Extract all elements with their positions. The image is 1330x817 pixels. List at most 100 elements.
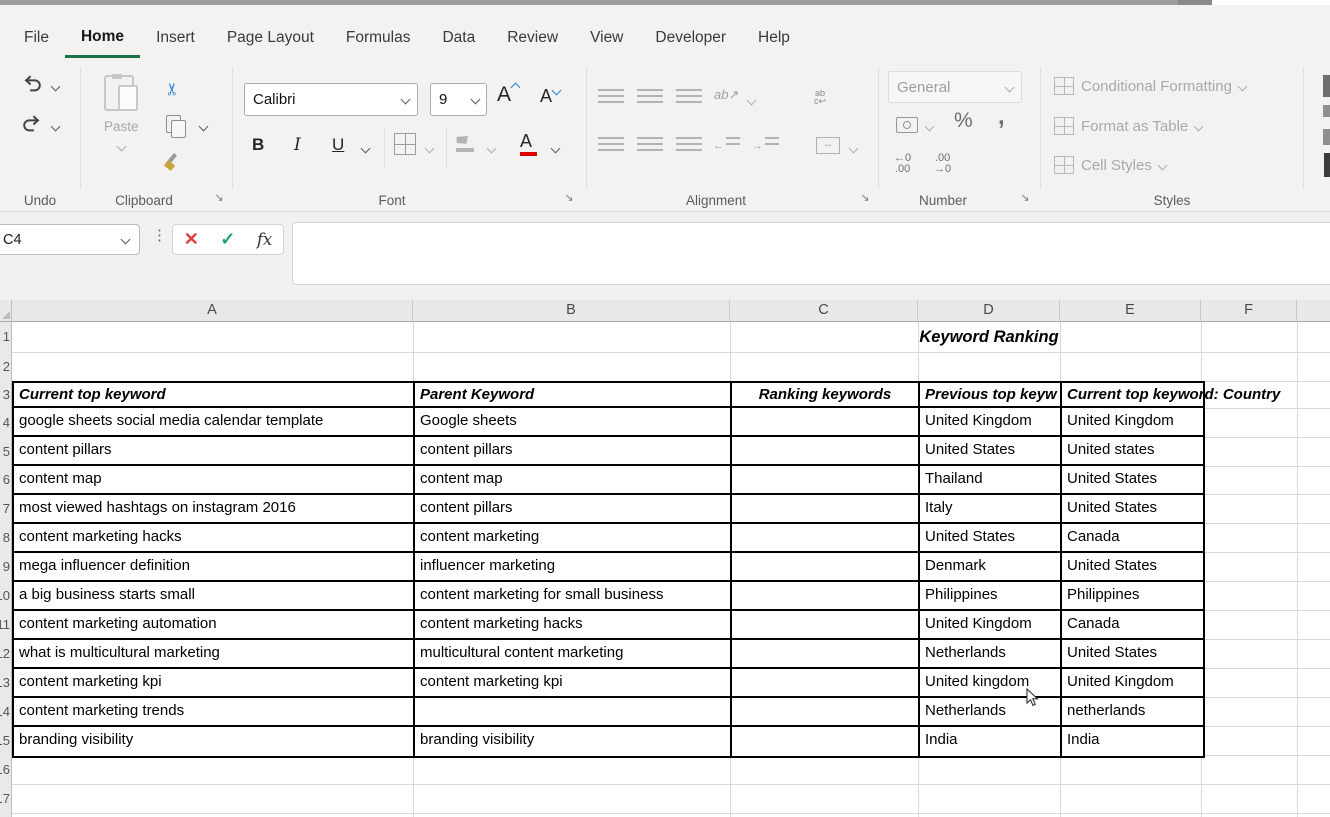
row-header-2[interactable]: 2 [0,352,12,381]
underline-dropdown[interactable] [361,144,371,154]
borders-button[interactable] [394,133,416,155]
font-size-combo[interactable]: 9 [430,83,487,116]
cell-B6[interactable]: content map [415,466,732,495]
column-header-D[interactable]: D [918,300,1060,322]
cell-D15[interactable]: India [920,727,1062,756]
cell-D5[interactable]: United States [920,437,1062,466]
cell-E9[interactable]: United States [1062,553,1203,582]
cell-E7[interactable]: United States [1062,495,1203,524]
row-header-14[interactable]: 14 [0,697,12,726]
cell-A15[interactable]: branding visibility [14,727,415,756]
column-header-partial[interactable] [1297,300,1330,322]
cell-C8[interactable] [732,524,920,553]
increase-indent-button[interactable]: → [752,137,779,152]
cell-A5[interactable]: content pillars [14,437,415,466]
cell-E14[interactable]: netherlands [1062,698,1203,727]
header-cell-b[interactable]: Parent Keyword [415,383,732,408]
undo-dropdown[interactable] [51,82,61,92]
fill-color-button[interactable] [456,135,474,152]
orientation-button[interactable]: ab↗ [714,87,739,103]
format-as-table-button[interactable]: Format as Table [1054,117,1202,135]
menu-tab-home[interactable]: Home [65,19,140,58]
font-color-button[interactable]: A [520,131,532,152]
percent-style-button[interactable]: % [954,109,973,133]
cell-E12[interactable]: United States [1062,640,1203,669]
format-painter-button[interactable] [170,153,174,169]
menu-tab-insert[interactable]: Insert [140,20,211,56]
cut-button[interactable]: ✂ [166,79,180,99]
menu-tab-view[interactable]: View [574,20,639,56]
header-cell-d[interactable]: Previous top keyw [920,383,1062,408]
cell-D8[interactable]: United States [920,524,1062,553]
cell-C6[interactable] [732,466,920,495]
cell-A10[interactable]: a big business starts small [14,582,415,611]
cell-C14[interactable] [732,698,920,727]
increase-decimal-button[interactable]: ←0 .00 [894,153,911,175]
cell-D10[interactable]: Philippines [920,582,1062,611]
cell-B10[interactable]: content marketing for small business [415,582,732,611]
cell-styles-button[interactable]: Cell Styles [1054,156,1166,174]
clipboard-dialog-launcher[interactable]: ↘ [212,191,226,205]
italic-button[interactable]: I [294,135,301,155]
name-box[interactable]: C4 [0,224,140,255]
cell-B9[interactable]: influencer marketing [415,553,732,582]
redo-dropdown[interactable] [51,122,61,132]
align-top-button[interactable] [598,89,624,103]
align-bottom-button[interactable] [676,89,702,103]
select-all-corner[interactable] [0,300,12,322]
shrink-font-button[interactable]: A [540,86,560,107]
cell-B4[interactable]: Google sheets [415,408,732,437]
menu-tab-review[interactable]: Review [491,20,574,56]
wrap-text-button[interactable]: ab c↩ [814,89,826,105]
cell-A4[interactable]: google sheets social media calendar temp… [14,408,415,437]
insert-function-button[interactable]: fx [257,230,272,249]
cell-C7[interactable] [732,495,920,524]
column-header-E[interactable]: E [1060,300,1201,322]
orientation-dropdown[interactable] [747,96,757,106]
cell-E11[interactable]: Canada [1062,611,1203,640]
row-header-4[interactable]: 4 [0,408,12,437]
header-cell-e[interactable]: Current top keyword: Country [1062,383,1203,408]
cell-D7[interactable]: Italy [920,495,1062,524]
row-header-6[interactable]: 6 [0,466,12,494]
row-header-3[interactable]: 3 [0,381,12,408]
cancel-button[interactable]: ✕ [184,229,199,250]
comma-style-button[interactable]: , [998,103,1005,131]
cell-D14[interactable]: Netherlands [920,698,1062,727]
cell-C15[interactable] [732,727,920,756]
decrease-indent-button[interactable]: ← [713,137,740,152]
cell-B15[interactable]: branding visibility [415,727,732,756]
cell-D9[interactable]: Denmark [920,553,1062,582]
column-header-A[interactable]: A [12,300,413,322]
borders-dropdown[interactable] [425,144,435,154]
cell-B8[interactable]: content marketing [415,524,732,553]
grow-font-button[interactable]: A [497,83,519,107]
column-header-F[interactable]: F [1201,300,1297,322]
conditional-formatting-button[interactable]: Conditional Formatting [1054,77,1246,95]
column-header-B[interactable]: B [413,300,730,322]
decrease-decimal-button[interactable]: .00 →0 [934,153,951,175]
number-dialog-launcher[interactable]: ↘ [1018,191,1032,205]
undo-button[interactable] [20,73,44,95]
cell-E13[interactable]: United Kingdom [1062,669,1203,698]
underline-button[interactable]: U [332,135,344,155]
formula-bar-handle[interactable]: ⋮ [152,226,167,244]
redo-button[interactable] [20,113,44,135]
menu-tab-help[interactable]: Help [742,20,806,56]
cell-C10[interactable] [732,582,920,611]
alignment-dialog-launcher[interactable]: ↘ [858,191,872,205]
cell-C13[interactable] [732,669,920,698]
align-middle-button[interactable] [637,89,663,103]
row-header-9[interactable]: 9 [0,552,12,581]
fill-color-dropdown[interactable] [487,144,497,154]
menu-tab-formulas[interactable]: Formulas [330,20,427,56]
cell-A6[interactable]: content map [14,466,415,495]
cell-C9[interactable] [732,553,920,582]
cell-B5[interactable]: content pillars [415,437,732,466]
cell-D6[interactable]: Thailand [920,466,1062,495]
font-name-combo[interactable]: Calibri [244,83,418,116]
cell-A13[interactable]: content marketing kpi [14,669,415,698]
cell-C4[interactable] [732,408,920,437]
align-left-button[interactable] [598,137,624,151]
menu-tab-developer[interactable]: Developer [639,20,742,56]
